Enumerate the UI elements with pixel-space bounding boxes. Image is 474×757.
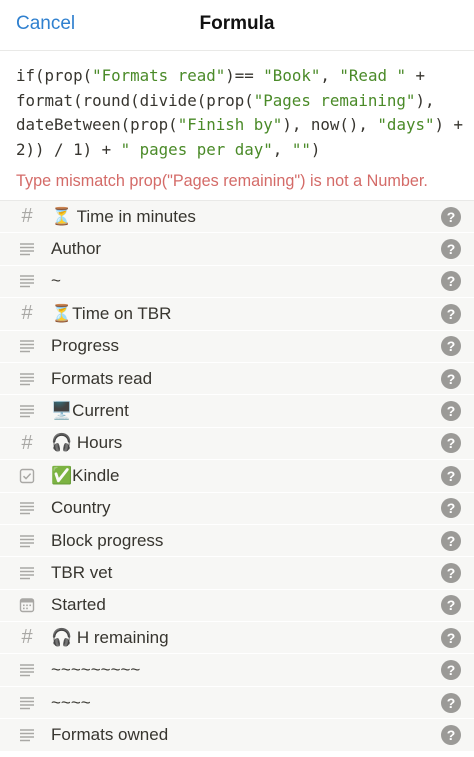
number-icon: # bbox=[21, 431, 33, 454]
text-icon bbox=[16, 566, 38, 580]
number-icon: # bbox=[21, 626, 33, 649]
property-name: ⏳Time on TBR bbox=[51, 303, 172, 323]
formula-code-token: ) + bbox=[434, 115, 464, 134]
formula-editor[interactable]: if(prop("Formats read")== "Book", "Read … bbox=[0, 51, 474, 167]
help-icon[interactable]: ? bbox=[441, 368, 461, 389]
property-name: ~ bbox=[51, 271, 61, 291]
help-icon[interactable]: ? bbox=[441, 336, 461, 357]
help-icon[interactable]: ? bbox=[441, 692, 461, 713]
property-name: Progress bbox=[51, 336, 120, 356]
help-icon[interactable]: ? bbox=[441, 660, 461, 681]
help-icon[interactable]: ? bbox=[441, 239, 461, 260]
help-icon[interactable]: ? bbox=[441, 562, 461, 583]
checkbox-icon bbox=[16, 468, 38, 484]
property-name: ~~~~~~~~~ bbox=[51, 660, 141, 680]
property-row[interactable]: Country? bbox=[0, 493, 474, 525]
formula-string-token: "Formats read" bbox=[92, 66, 226, 85]
property-name: Block progress bbox=[51, 530, 164, 550]
property-name: Formats owned bbox=[51, 724, 169, 744]
property-name: ⏳ Time in minutes bbox=[51, 206, 196, 226]
formula-line: dateBetween(prop("Finish by"), now(), "d… bbox=[16, 113, 463, 138]
help-icon[interactable]: ? bbox=[441, 206, 461, 227]
formula-code-token: ), bbox=[415, 90, 435, 110]
property-row[interactable]: Started? bbox=[0, 590, 474, 623]
property-row[interactable]: Formats read? bbox=[0, 363, 474, 396]
formula-code-token: ), now(), bbox=[282, 115, 378, 134]
property-list: # ⏳ Time in minutes? Author? ~? # ⏳Time on TB… bbox=[0, 201, 474, 752]
formula-code-token: + bbox=[405, 66, 426, 85]
property-name: Country bbox=[51, 498, 111, 518]
property-row[interactable]: Author? bbox=[0, 233, 474, 266]
help-icon[interactable]: ? bbox=[441, 724, 461, 745]
help-icon[interactable]: ? bbox=[441, 627, 461, 648]
formula-line: format(round(divide(prop("Pages remainin… bbox=[16, 89, 458, 114]
help-icon[interactable]: ? bbox=[441, 530, 461, 551]
property-name: 🎧 Hours bbox=[51, 433, 123, 453]
error-message: Type mismatch prop("Pages remaining") is… bbox=[0, 167, 474, 201]
help-icon[interactable]: ? bbox=[441, 401, 461, 422]
formula-string-token: "Pages remaining" bbox=[253, 90, 416, 110]
formula-code-token: 2)) / 1) + bbox=[16, 139, 121, 159]
property-name: ✅Kindle bbox=[51, 465, 120, 485]
property-row[interactable]: # 🎧 Hours? bbox=[0, 428, 474, 461]
text-icon bbox=[16, 339, 38, 353]
formula-code-token: if(prop( bbox=[16, 66, 93, 85]
property-row[interactable]: ✅Kindle? bbox=[0, 460, 474, 493]
property-row[interactable]: Progress? bbox=[0, 331, 474, 363]
property-name: Formats read bbox=[51, 368, 153, 388]
property-row[interactable]: # ⏳Time on TBR? bbox=[0, 298, 474, 331]
property-row[interactable]: ~~~~~~~~~? bbox=[0, 654, 474, 687]
formula-string-token: "Finish by" bbox=[177, 115, 283, 134]
formula-code-token: , bbox=[272, 139, 292, 159]
formula-string-token: "Book" bbox=[263, 66, 321, 85]
help-icon[interactable]: ? bbox=[441, 498, 461, 519]
formula-code-token: ) bbox=[310, 139, 321, 159]
property-name: 🖥️Current bbox=[51, 401, 129, 421]
formula-code-token: format(round(divide(prop( bbox=[16, 90, 254, 110]
formula-string-token: "Read " bbox=[339, 66, 406, 85]
formula-line: if(prop("Formats read")== "Book", "Read … bbox=[16, 64, 458, 89]
text-icon bbox=[16, 696, 38, 710]
property-name: ~~~~ bbox=[51, 692, 91, 712]
property-row[interactable]: 🖥️Current? bbox=[0, 395, 474, 428]
property-row[interactable]: Block progress? bbox=[0, 525, 474, 558]
text-icon bbox=[16, 728, 38, 742]
property-row[interactable]: Formats owned? bbox=[0, 719, 474, 752]
help-icon[interactable]: ? bbox=[441, 303, 461, 324]
text-icon bbox=[16, 404, 38, 418]
formula-code-token: dateBetween(prop( bbox=[16, 115, 178, 134]
property-name: TBR vet bbox=[51, 562, 113, 582]
text-icon bbox=[16, 242, 38, 256]
calendar-icon bbox=[16, 597, 38, 613]
help-icon[interactable]: ? bbox=[441, 595, 461, 616]
property-row[interactable]: # 🎧 H remaining? bbox=[0, 622, 474, 655]
help-icon[interactable]: ? bbox=[441, 271, 461, 292]
text-icon bbox=[16, 663, 38, 677]
property-name: Author bbox=[51, 239, 102, 259]
formula-string-token: "" bbox=[291, 139, 311, 159]
text-icon bbox=[16, 501, 38, 515]
header-bar: Cancel Formula bbox=[0, 0, 474, 51]
help-icon[interactable]: ? bbox=[441, 465, 461, 486]
formula-code-token: , bbox=[320, 66, 340, 85]
property-row[interactable]: TBR vet? bbox=[0, 557, 474, 590]
text-icon bbox=[16, 274, 38, 288]
text-icon bbox=[16, 372, 38, 386]
formula-string-token: "days" bbox=[377, 115, 435, 134]
property-row[interactable]: ~~~~? bbox=[0, 687, 474, 720]
number-icon: # bbox=[21, 205, 33, 228]
text-icon bbox=[16, 534, 38, 548]
property-row[interactable]: # ⏳ Time in minutes? bbox=[0, 201, 474, 234]
property-row[interactable]: ~? bbox=[0, 266, 474, 299]
formula-code-token: )== bbox=[225, 66, 264, 85]
help-icon[interactable]: ? bbox=[441, 433, 461, 454]
formula-line: 2)) / 1) + " pages per day", "") bbox=[16, 138, 458, 163]
formula-string-token: " pages per day" bbox=[120, 139, 273, 159]
number-icon: # bbox=[21, 302, 33, 325]
property-name: 🎧 H remaining bbox=[51, 627, 169, 647]
property-name: Started bbox=[51, 595, 106, 615]
page-title: Formula bbox=[199, 13, 275, 34]
